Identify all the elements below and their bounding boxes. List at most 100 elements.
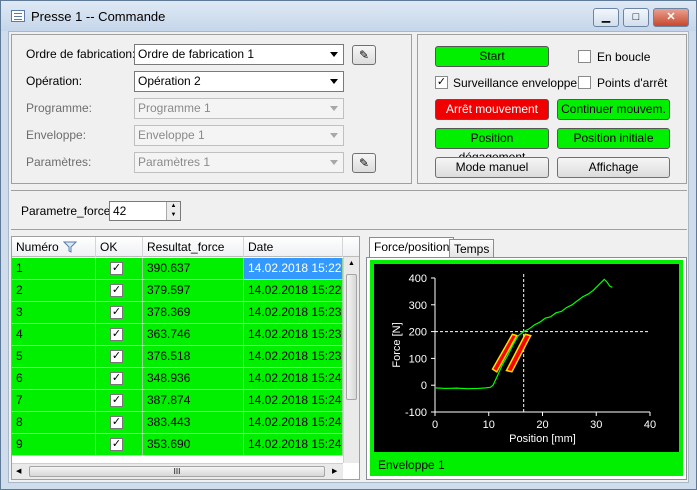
cell-ok: ✓ [96, 324, 143, 345]
env-label: Enveloppe: [26, 128, 87, 142]
header-numero[interactable]: Numéro [12, 237, 96, 257]
cell-numero: 2 [12, 280, 96, 301]
mode-manuel-button[interactable]: Mode manuel [435, 157, 549, 178]
x-axis-label: Position [mm] [509, 433, 576, 445]
op-select[interactable]: Opération 2 [134, 71, 344, 92]
tab-temps[interactable]: Temps [449, 239, 495, 258]
cell-numero: 5 [12, 346, 96, 367]
header-numero-label: Numéro [16, 240, 59, 254]
en-boucle-checkbox[interactable] [578, 50, 591, 63]
chevron-down-icon [330, 52, 338, 57]
ok-checkbox[interactable]: ✓ [110, 394, 123, 407]
cell-date: 14.02.2018 15:24:0 [244, 390, 343, 411]
cell-resultat-force: 387.874 [143, 390, 244, 411]
chevron-down-icon [330, 106, 338, 111]
vertical-scroll-thumb[interactable] [346, 274, 357, 400]
table-row[interactable]: 8 ✓ 383.443 14.02.2018 15:24:1 [12, 412, 343, 434]
x-tick-label: 40 [644, 419, 656, 431]
ok-checkbox[interactable]: ✓ [110, 262, 123, 275]
table-row[interactable]: 4 ✓ 363.746 14.02.2018 15:23:4 [12, 324, 343, 346]
close-button[interactable]: ✕ [653, 8, 689, 27]
scroll-right-icon[interactable]: ▶ [332, 467, 337, 475]
chart-tab-page: -100 0 100 200 300 400 0 10 20 30 40 Position [mm] F… [366, 257, 687, 480]
start-button[interactable]: Start [435, 46, 549, 67]
spin-up-icon[interactable]: ▲ [166, 202, 180, 211]
cell-resultat-force: 378.369 [143, 302, 244, 323]
scroll-left-icon[interactable]: ◀ [16, 467, 21, 475]
parametre-force-label: Parametre_force: [21, 204, 114, 218]
edit-param-button[interactable]: ✎ [352, 153, 376, 173]
table-row[interactable]: 2 ✓ 379.597 14.02.2018 15:22:3 [12, 280, 343, 302]
table-row[interactable]: 1 ✓ 390.637 14.02.2018 15:22:2 [12, 258, 343, 280]
table-row[interactable]: 6 ✓ 348.936 14.02.2018 15:24:0 [12, 368, 343, 390]
arret-button[interactable]: Arrêt mouvement [435, 99, 549, 120]
ok-checkbox[interactable]: ✓ [110, 306, 123, 319]
table-row[interactable]: 7 ✓ 387.874 14.02.2018 15:24:0 [12, 390, 343, 412]
ok-checkbox[interactable]: ✓ [110, 372, 123, 385]
horizontal-scroll-thumb[interactable]: III [29, 466, 325, 477]
cell-resultat-force: 383.443 [143, 412, 244, 433]
ok-checkbox[interactable]: ✓ [110, 284, 123, 297]
pos-degagement-button[interactable]: Position dégagement [435, 128, 549, 164]
cell-ok: ✓ [96, 280, 143, 301]
y-axis-label: Force [N] [391, 322, 403, 367]
x-tick-label: 30 [590, 419, 602, 431]
cell-resultat-force: 390.637 [143, 258, 244, 279]
cell-resultat-force: 353.690 [143, 434, 244, 455]
header-date[interactable]: Date [244, 237, 343, 257]
spin-down-icon[interactable]: ▼ [166, 211, 180, 220]
cell-numero: 7 [12, 390, 96, 411]
ok-checkbox[interactable]: ✓ [110, 416, 123, 429]
y-tick-label: -100 [405, 407, 427, 419]
cell-numero: 9 [12, 434, 96, 455]
ok-checkbox[interactable]: ✓ [110, 328, 123, 341]
scroll-up-icon[interactable]: ▲ [346, 260, 357, 268]
op-select-value: Opération 2 [138, 74, 201, 88]
points-arret-label: Points d'arrêt [597, 76, 668, 90]
filter-icon[interactable] [63, 241, 77, 253]
tab-force-position[interactable]: Force/position [369, 237, 455, 258]
cell-numero: 3 [12, 302, 96, 323]
continuer-button[interactable]: Continuer mouvem. [557, 99, 670, 120]
horizontal-scrollbar[interactable]: ◀ III ▶ [12, 463, 343, 479]
cell-ok: ✓ [96, 346, 143, 367]
cell-date: 14.02.2018 15:24:0 [244, 368, 343, 389]
x-tick-label: 20 [536, 419, 548, 431]
maximize-button[interactable]: □ [623, 8, 649, 27]
pos-initiale-button[interactable]: Position initiale [557, 128, 670, 149]
cell-numero: 6 [12, 368, 96, 389]
ok-checkbox[interactable]: ✓ [110, 438, 123, 451]
cell-resultat-force: 363.746 [143, 324, 244, 345]
vertical-scrollbar[interactable]: ▲ [343, 257, 359, 463]
table-row[interactable]: 3 ✓ 378.369 14.02.2018 15:23:3 [12, 302, 343, 324]
cell-date: 14.02.2018 15:23:5 [244, 346, 343, 367]
ok-checkbox[interactable]: ✓ [110, 350, 123, 363]
envelope-frame: -100 0 100 200 300 400 0 10 20 30 40 Position [mm] F… [370, 260, 683, 476]
cell-ok: ✓ [96, 434, 143, 455]
surveillance-checkbox[interactable]: ✓ [435, 76, 448, 89]
chevron-down-icon [330, 79, 338, 84]
cell-ok: ✓ [96, 390, 143, 411]
table-row[interactable]: 5 ✓ 376.518 14.02.2018 15:23:5 [12, 346, 343, 368]
header-resultat-force[interactable]: Resultat_force [143, 237, 244, 257]
chevron-down-icon [330, 160, 338, 165]
x-tick-label: 0 [432, 419, 438, 431]
parametre-force-input[interactable]: 42 ▲ ▼ [109, 201, 181, 221]
header-ok[interactable]: OK [96, 237, 143, 257]
envelope-label: Enveloppe 1 [378, 458, 445, 472]
title-bar[interactable]: Presse 1 -- Commande ▁ □ ✕ [1, 1, 696, 31]
cell-resultat-force: 379.597 [143, 280, 244, 301]
affichage-button[interactable]: Affichage [557, 157, 670, 178]
minimize-button[interactable]: ▁ [593, 8, 619, 27]
table-row[interactable]: 9 ✓ 353.690 14.02.2018 15:24:1 [12, 434, 343, 456]
param-select: Paramètres 1 [134, 152, 344, 173]
y-tick-label: 200 [409, 327, 427, 339]
edit-of-button[interactable]: ✎ [352, 45, 376, 65]
force-position-chart: -100 0 100 200 300 400 0 10 20 30 40 Position [mm] F… [374, 264, 679, 452]
window-title: Presse 1 -- Commande [31, 9, 166, 24]
cell-ok: ✓ [96, 368, 143, 389]
points-arret-checkbox[interactable] [578, 76, 591, 89]
of-select[interactable]: Ordre de fabrication 1 [134, 44, 344, 65]
param-label: Paramètres: [26, 155, 92, 169]
op-label: Opération: [26, 74, 83, 88]
